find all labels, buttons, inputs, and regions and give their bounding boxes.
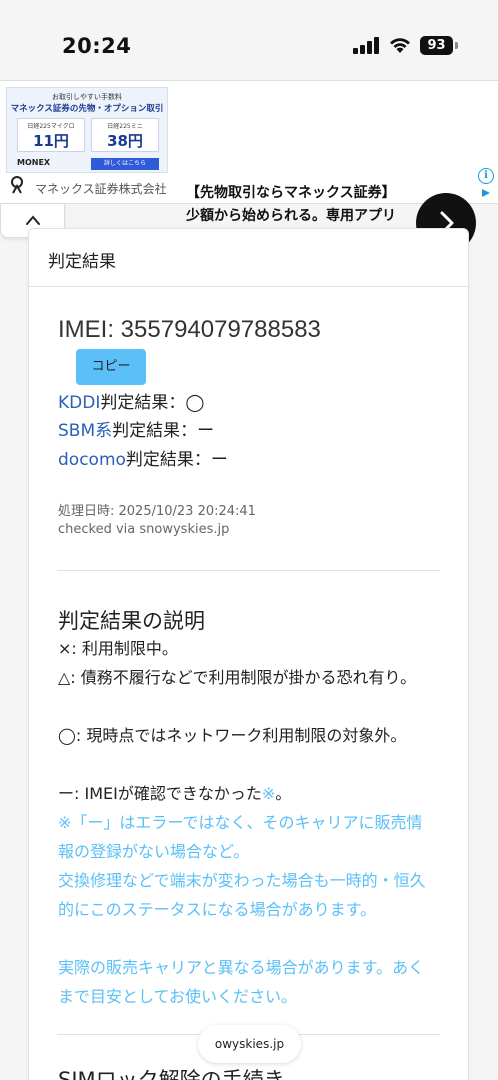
card-header: 判定結果 (29, 229, 468, 287)
explanation-cross: ×: 利用制限中。 (58, 639, 178, 658)
ad-price-value: 38円 (107, 132, 143, 150)
ad-image[interactable]: お取引しやすい手数料 マネックス証券の先物・オプション取引 日経225マイクロ … (6, 87, 168, 173)
simlock-section-title: SIMロック解除の手続き (58, 1068, 285, 1080)
ad-info-icon[interactable]: i (478, 168, 494, 184)
explanation-circle: ◯: 現時点ではネットワーク利用制限の対象外。 (58, 726, 407, 745)
carrier-status: 判定結果：ー (112, 421, 215, 441)
card-header-title: 判定結果 (48, 252, 116, 272)
footnote-mark-link[interactable]: ※ (262, 784, 275, 803)
ad-price-box-mini: 日経225ミニ 38円 (91, 118, 159, 152)
checked-via-text: checked via snowyskies.jp (58, 522, 230, 537)
explanation-dash: ー: IMEIが確認できなかった※。 (58, 779, 438, 808)
carrier-name: KDDI (58, 393, 101, 413)
carrier-result-docomo: docomo判定結果：ー (58, 445, 228, 470)
ad-company-name: マネックス証券株式会社 (35, 182, 167, 196)
processed-timestamp: 処理日時: 2025/10/23 20:24:41 (58, 504, 256, 519)
url-pill[interactable]: owyskies.jp (198, 1025, 301, 1063)
carrier-status: 判定結果：ー (125, 450, 228, 470)
copy-button[interactable]: コピー (76, 349, 146, 385)
carrier-result-kddi: KDDI判定結果：◯ (58, 388, 204, 413)
ad-price-caption: 日経225マイクロ (27, 123, 75, 130)
carrier-name: docomo (58, 450, 126, 470)
carrier-name: SBM系 (58, 421, 113, 441)
carrier-result-sbm: SBM系判定結果：ー (58, 416, 214, 441)
signal-icon (353, 37, 381, 54)
wifi-icon (390, 38, 410, 53)
ad-image-headline: マネックス証券の先物・オプション取引 (10, 104, 164, 114)
status-bar: 20:24 93 (0, 0, 498, 80)
imei-value: IMEI: 355794079788583 (58, 316, 321, 343)
ad-price-caption: 日経225ミニ (107, 123, 143, 130)
explanation-triangle: △: 債務不履行などで利用制限が掛かる恐れ有り。 (58, 668, 417, 687)
monex-logo-icon (11, 176, 23, 194)
carrier-status: 判定結果：◯ (100, 393, 205, 413)
note-error: ※「ー」はエラーではなく、そのキャリアに販売情報の登録がない場合など。 (58, 813, 423, 861)
battery-cap (455, 42, 458, 49)
note-repair: 交換修理などで端末が変わった場合も一時的・恒久的にこのステータスになる場合があり… (58, 871, 426, 919)
status-time: 20:24 (62, 34, 132, 58)
ad-price-box-micro: 日経225マイクロ 11円 (17, 118, 85, 152)
ad-image-tagline: お取引しやすい手数料 (52, 93, 122, 101)
divider (57, 570, 440, 571)
note-disclaimer: 実際の販売キャリアと異なる場合があります。あくまで目安としてお使いください。 (58, 958, 425, 1006)
ad-price-value: 11円 (33, 132, 69, 150)
explanation-dash-end: 。 (275, 784, 292, 803)
battery-icon: 93 (420, 36, 453, 55)
ad-choices-icon[interactable] (480, 187, 492, 199)
chevron-up-icon (26, 215, 40, 225)
explanation-title: 判定結果の説明 (58, 609, 205, 633)
explanation-dash-text: ー: IMEIが確認できなかった (58, 784, 262, 803)
ad-image-cta: 詳しくはこちら (91, 158, 159, 170)
ad-brand-logo: MONEX (17, 158, 51, 167)
